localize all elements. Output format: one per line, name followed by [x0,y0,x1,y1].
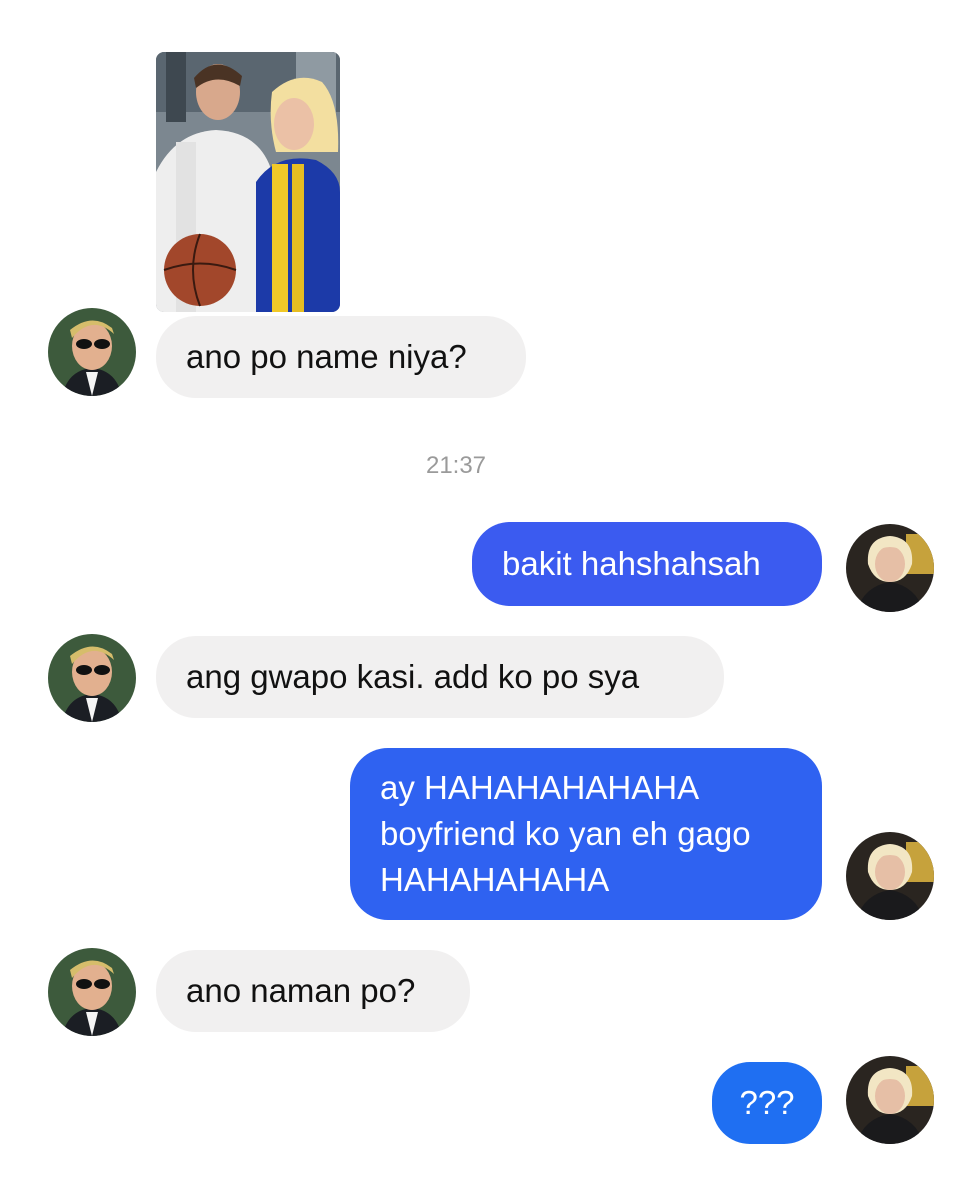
my-avatar[interactable] [846,524,934,612]
timestamp: 21:37 [425,452,487,479]
photo-message[interactable] [156,52,340,312]
my-avatar[interactable] [846,832,934,920]
incoming-message-bubble[interactable]: ano po name niya? [156,316,526,398]
person-with-sunglasses-avatar [48,634,136,722]
message-line: HAHAHAHAHA [380,861,610,898]
person-with-sunglasses-avatar [48,948,136,1036]
incoming-message-bubble[interactable]: ang gwapo kasi. add ko po sya [156,636,724,718]
blonde-woman-avatar [846,524,934,612]
message-text: ano naman po? [186,972,416,1009]
blonde-woman-avatar [846,832,934,920]
person-with-sunglasses-avatar [48,308,136,396]
photo-couple-image [156,52,340,312]
my-avatar[interactable] [846,1056,934,1144]
outgoing-message-bubble[interactable]: bakit hahshahsah [472,522,822,606]
message-text: ang gwapo kasi. add ko po sya [186,658,640,695]
outgoing-message-bubble[interactable]: ??? [712,1062,822,1144]
incoming-message-bubble[interactable]: ano naman po? [156,950,470,1032]
sender-avatar[interactable] [48,634,136,722]
outgoing-message-bubble[interactable]: ay HAHAHAHAHAHA boyfriend ko yan eh gago… [350,748,822,920]
message-text: bakit hahshahsah [502,545,761,582]
sender-avatar[interactable] [48,308,136,396]
blonde-woman-avatar [846,1056,934,1144]
message-line: ay HAHAHAHAHAHA [380,769,700,806]
message-text: ??? [739,1084,795,1121]
message-text: ano po name niya? [186,338,467,375]
sender-avatar[interactable] [48,948,136,1036]
message-line: boyfriend ko yan eh gago [380,815,751,852]
